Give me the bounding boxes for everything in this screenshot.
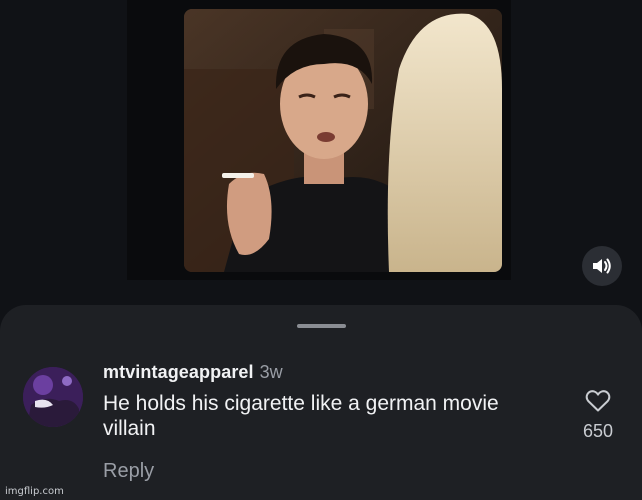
mute-button[interactable] [582,246,622,286]
comment: mtvintageapparel 3w He holds his cigaret… [103,362,543,482]
comment-timestamp: 3w [259,362,283,382]
reply-button[interactable]: Reply [103,460,154,483]
comments-sheet: mtvintageapparel 3w He holds his cigaret… [0,305,642,500]
comment-text: He holds his cigarette like a german mov… [103,392,499,440]
drag-handle[interactable] [297,324,346,328]
comment-username[interactable]: mtvintageapparel [103,362,254,383]
page: mtvintageapparel 3w He holds his cigaret… [0,0,642,500]
video-frame-image[interactable] [184,9,502,272]
comment-header: mtvintageapparel 3w [103,362,543,383]
heart-outline-icon[interactable] [585,389,611,413]
video-still-illustration [184,9,502,272]
avatar-image [23,367,83,427]
avatar[interactable] [23,367,83,427]
volume-icon [593,258,611,274]
watermark: imgflip.com [5,486,64,497]
like-count: 650 [582,421,614,441]
